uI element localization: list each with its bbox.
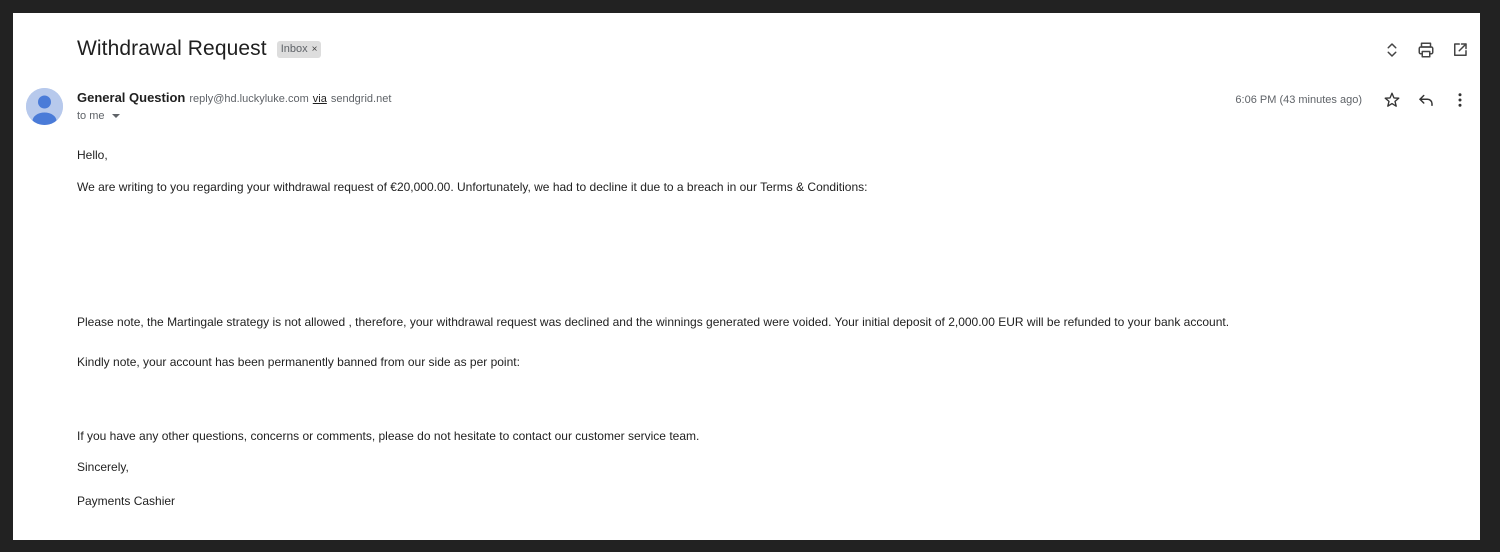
sender-info: General Question reply@hd.luckyluke.com … bbox=[77, 90, 391, 122]
subject-row: Withdrawal Request Inbox × bbox=[77, 37, 322, 61]
reply-icon[interactable] bbox=[1416, 90, 1436, 110]
star-icon[interactable] bbox=[1382, 90, 1402, 110]
sender-avatar[interactable] bbox=[26, 88, 63, 125]
email-subject: Withdrawal Request bbox=[77, 37, 267, 60]
expand-collapse-icon[interactable] bbox=[1382, 40, 1402, 60]
closing-text: Sincerely, bbox=[77, 460, 129, 474]
show-details-icon[interactable] bbox=[111, 114, 120, 118]
body-paragraph-2: Please note, the Martingale strategy is … bbox=[77, 315, 1230, 329]
greeting-text: Hello, bbox=[77, 148, 108, 162]
message-timestamp: 6:06 PM (43 minutes ago) bbox=[1235, 94, 1362, 106]
signature-text: Payments Cashier bbox=[77, 494, 176, 508]
via-domain: sendgrid.net bbox=[330, 93, 392, 105]
via-link[interactable]: via bbox=[313, 93, 327, 105]
sender-email: reply@hd.luckyluke.com bbox=[189, 93, 309, 105]
sender-line: General Question reply@hd.luckyluke.com … bbox=[77, 90, 391, 105]
recipient-text: to me bbox=[77, 110, 105, 122]
body-paragraph-3: Kindly note, your account has been perma… bbox=[77, 355, 520, 369]
inbox-label-chip[interactable]: Inbox × bbox=[276, 40, 322, 58]
print-icon[interactable] bbox=[1416, 40, 1436, 60]
sender-name[interactable]: General Question bbox=[77, 90, 185, 105]
thread-actions bbox=[1382, 40, 1470, 60]
open-new-window-icon[interactable] bbox=[1450, 40, 1470, 60]
body-paragraph-1: We are writing to you regarding your wit… bbox=[77, 180, 868, 194]
remove-label-icon[interactable]: × bbox=[312, 44, 318, 55]
more-vert-icon[interactable] bbox=[1450, 90, 1470, 110]
inbox-label-text: Inbox bbox=[280, 43, 308, 55]
body-paragraph-4: If you have any other questions, concern… bbox=[77, 429, 700, 443]
email-view: Withdrawal Request Inbox × General Quest… bbox=[13, 13, 1480, 540]
recipient-line[interactable]: to me bbox=[77, 110, 391, 122]
message-actions: 6:06 PM (43 minutes ago) bbox=[1235, 90, 1470, 110]
